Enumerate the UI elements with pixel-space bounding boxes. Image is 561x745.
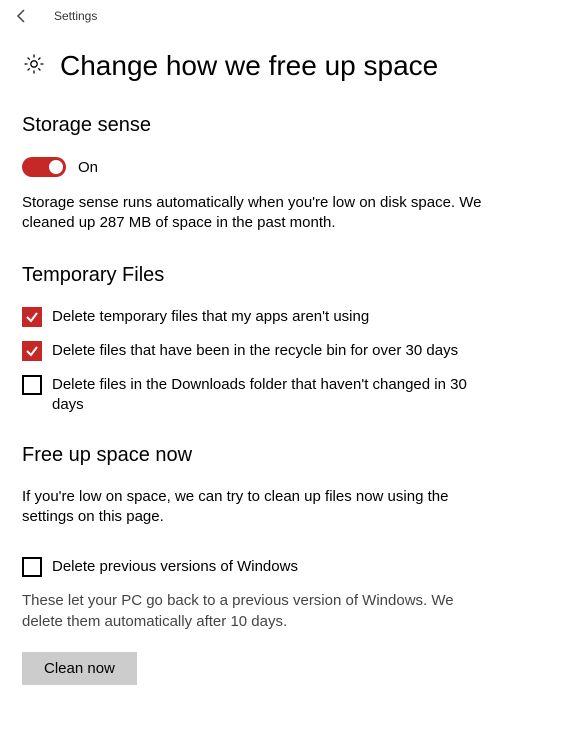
temporary-files-heading: Temporary Files — [22, 264, 539, 287]
free-up-description: If you're low on space, we can try to cl… — [22, 487, 492, 528]
toggle-knob — [49, 160, 63, 174]
prev-versions-option: Delete previous versions of Windows — [22, 557, 539, 577]
titlebar: Settings — [0, 0, 561, 32]
content: Change how we free up space Storage sens… — [0, 32, 561, 735]
prev-versions-help: These let your PC go back to a previous … — [22, 591, 492, 632]
storage-sense-description: Storage sense runs automatically when yo… — [22, 193, 492, 234]
app-title: Settings — [54, 9, 97, 23]
temp-option-0: Delete temporary files that my apps aren… — [22, 307, 539, 327]
gear-icon — [22, 52, 46, 81]
free-up-heading: Free up space now — [22, 444, 539, 467]
storage-sense-section: Storage sense On Storage sense runs auto… — [22, 114, 539, 234]
temp-label-0: Delete temporary files that my apps aren… — [52, 307, 369, 327]
prev-versions-label: Delete previous versions of Windows — [52, 557, 298, 577]
temp-option-1: Delete files that have been in the recyc… — [22, 341, 539, 361]
page-title: Change how we free up space — [60, 50, 438, 82]
back-button[interactable] — [14, 8, 30, 24]
storage-sense-heading: Storage sense — [22, 114, 539, 137]
storage-sense-toggle-label: On — [78, 159, 98, 176]
temp-checkbox-1[interactable] — [22, 341, 42, 361]
page-header: Change how we free up space — [22, 50, 539, 82]
temp-label-1: Delete files that have been in the recyc… — [52, 341, 458, 361]
storage-sense-toggle[interactable] — [22, 157, 66, 177]
temp-checkbox-2[interactable] — [22, 375, 42, 395]
temp-label-2: Delete files in the Downloads folder tha… — [52, 375, 472, 416]
prev-versions-checkbox[interactable] — [22, 557, 42, 577]
free-up-section: Free up space now If you're low on space… — [22, 444, 539, 685]
temporary-files-section: Temporary Files Delete temporary files t… — [22, 264, 539, 416]
temp-option-2: Delete files in the Downloads folder tha… — [22, 375, 539, 416]
storage-sense-toggle-row: On — [22, 157, 539, 177]
clean-now-button[interactable]: Clean now — [22, 652, 137, 685]
temp-checkbox-0[interactable] — [22, 307, 42, 327]
